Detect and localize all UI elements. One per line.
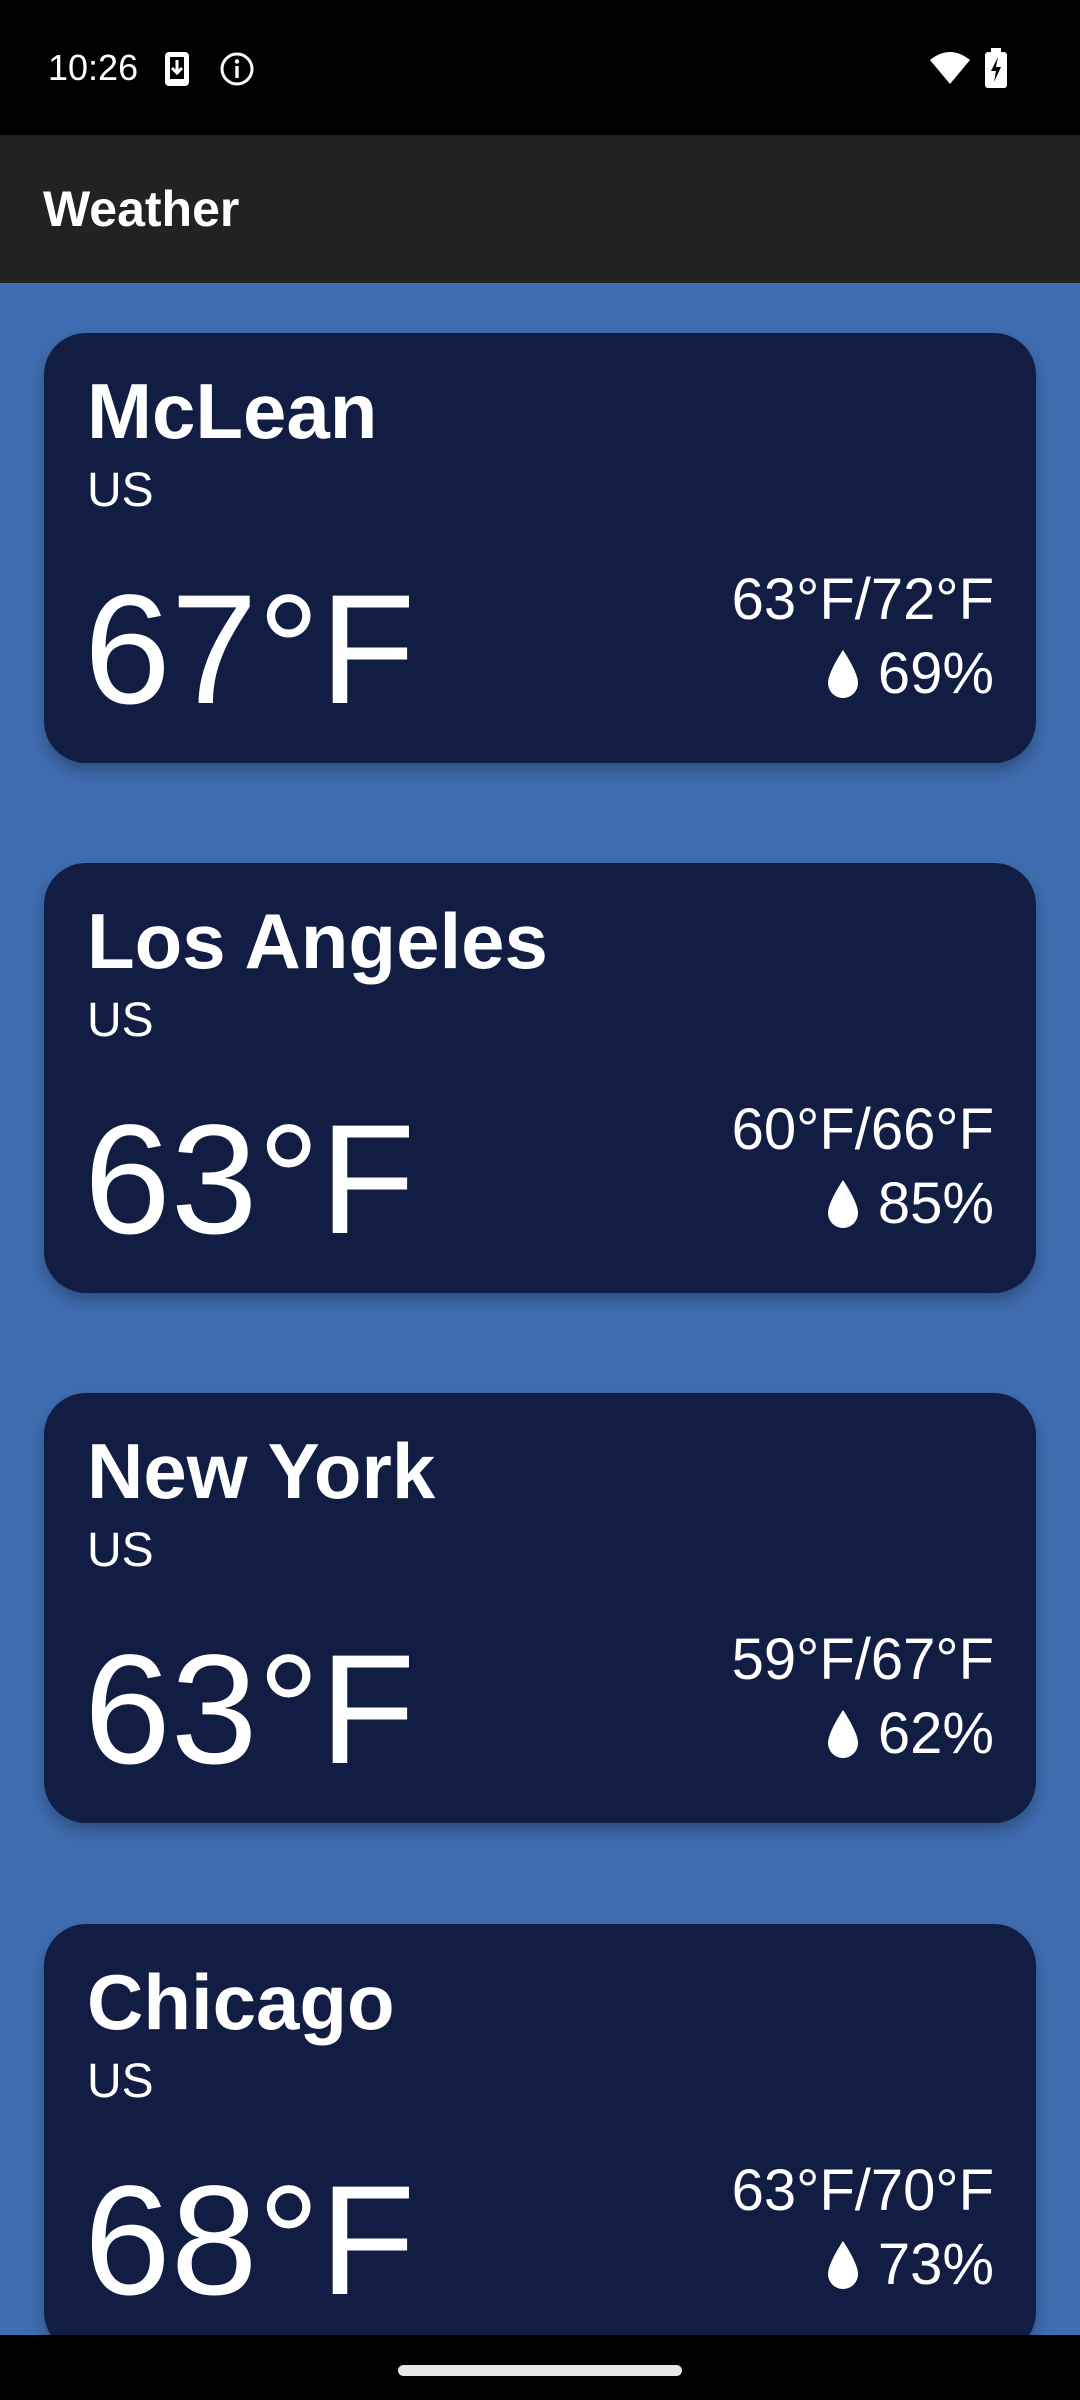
humidity: 73%	[826, 2230, 994, 2300]
app-bar: Weather	[0, 135, 1080, 283]
current-temperature: 68°F	[84, 2154, 416, 2328]
city-list[interactable]: McLean US 67°F 63°F/72°F 69% Los Angeles…	[0, 283, 1080, 2335]
city-name: New York	[87, 1427, 436, 1515]
app-title: Weather	[43, 181, 240, 237]
wifi-icon	[930, 52, 970, 84]
battery-charging-icon	[985, 48, 1007, 88]
city-name: McLean	[87, 367, 378, 455]
temperature-range: 59°F/67°F	[731, 1627, 994, 1692]
current-temperature: 67°F	[84, 563, 416, 737]
humidity-value: 85%	[877, 1171, 994, 1236]
home-gesture-bar[interactable]	[398, 2365, 682, 2376]
status-bar: 10:26	[0, 0, 1080, 135]
city-card-new-york[interactable]: New York US 63°F 59°F/67°F 62%	[44, 1393, 1036, 1823]
city-card-chicago[interactable]: Chicago US 68°F 63°F/70°F 73%	[44, 1924, 1036, 2335]
current-temperature: 63°F	[84, 1623, 416, 1797]
temperature-range: 60°F/66°F	[731, 1097, 994, 1162]
humidity: 85%	[826, 1169, 994, 1239]
humidity: 69%	[826, 639, 994, 709]
humidity-value: 62%	[877, 1701, 994, 1766]
city-name: Chicago	[87, 1958, 395, 2046]
navigation-bar	[0, 2335, 1080, 2400]
city-card-los-angeles[interactable]: Los Angeles US 63°F 60°F/66°F 85%	[44, 863, 1036, 1293]
current-temperature: 63°F	[84, 1093, 416, 1267]
humidity-value: 69%	[877, 641, 994, 706]
water-drop-icon	[827, 2241, 858, 2289]
humidity: 62%	[826, 1699, 994, 1769]
info-icon	[220, 52, 254, 86]
temperature-range: 63°F/70°F	[731, 2158, 994, 2223]
water-drop-icon	[827, 1180, 858, 1228]
city-name: Los Angeles	[87, 897, 548, 985]
city-card-mclean[interactable]: McLean US 67°F 63°F/72°F 69%	[44, 333, 1036, 763]
country-code: US	[87, 2055, 154, 2108]
water-drop-icon	[827, 650, 858, 698]
temperature-range: 63°F/72°F	[731, 567, 994, 632]
country-code: US	[87, 994, 154, 1047]
country-code: US	[87, 1524, 154, 1577]
humidity-value: 73%	[877, 2232, 994, 2297]
status-time: 10:26	[48, 47, 139, 88]
download-notification-icon	[165, 52, 189, 86]
water-drop-icon	[827, 1710, 858, 1758]
country-code: US	[87, 464, 154, 517]
